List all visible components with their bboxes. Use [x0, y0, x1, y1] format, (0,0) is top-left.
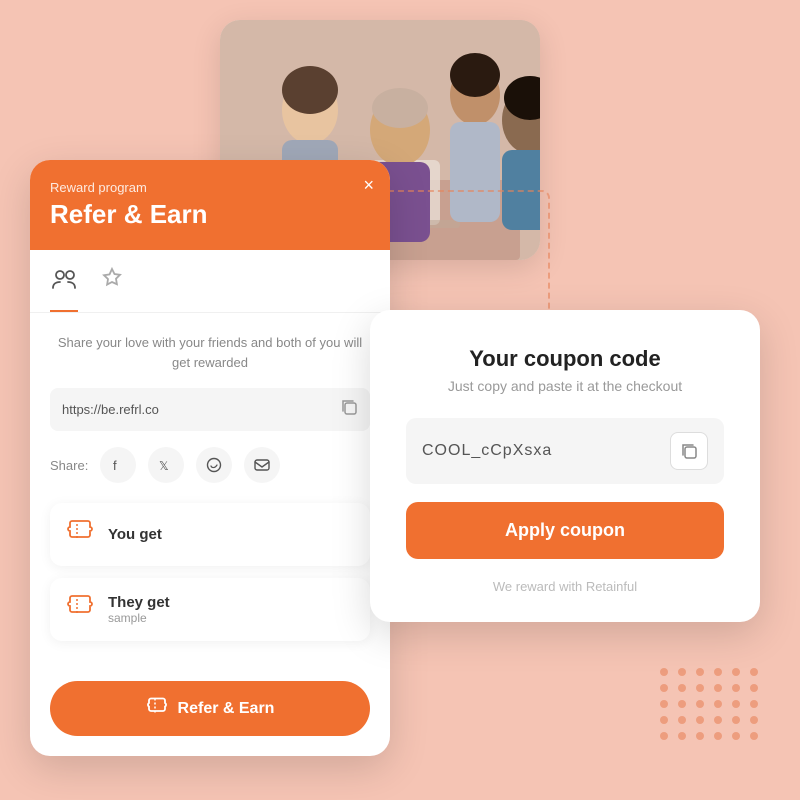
referral-link: https://be.refrl.co [62, 402, 340, 417]
powered-by-text: We reward with Retainful [406, 579, 724, 594]
share-row: Share: f 𝕏 [50, 447, 370, 483]
tab-referral[interactable] [50, 266, 78, 312]
ticket-icon-they [66, 592, 94, 627]
refer-body: Share your love with your friends and bo… [30, 313, 390, 673]
coupon-code: COOL_cCpXsxa [422, 442, 670, 460]
cta-icon [146, 695, 168, 722]
share-description: Share your love with your friends and bo… [50, 333, 370, 372]
whatsapp-share-button[interactable] [196, 447, 232, 483]
copy-link-button[interactable] [340, 398, 358, 421]
tab-rewards[interactable] [98, 266, 126, 312]
coupon-title: Your coupon code [406, 346, 724, 372]
you-get-main: You get [108, 526, 162, 543]
they-get-text: They get sample [108, 594, 170, 625]
cta-label: Refer & Earn [178, 700, 275, 718]
refer-tabs [30, 250, 390, 313]
they-get-sub: sample [108, 611, 170, 625]
refer-card: Reward program Refer & Earn × Share your… [30, 160, 390, 756]
share-label: Share: [50, 458, 88, 473]
svg-text:𝕏: 𝕏 [159, 459, 169, 473]
refer-earn-cta-button[interactable]: Refer & Earn [50, 681, 370, 736]
they-get-main: They get [108, 594, 170, 611]
apply-coupon-button[interactable]: Apply coupon [406, 502, 724, 559]
twitter-share-button[interactable]: 𝕏 [148, 447, 184, 483]
coupon-subtitle: Just copy and paste it at the checkout [406, 378, 724, 394]
background-dots [660, 668, 760, 740]
refer-card-header: Reward program Refer & Earn × [30, 160, 390, 250]
coupon-code-row: COOL_cCpXsxa [406, 418, 724, 484]
ticket-icon-you [66, 517, 94, 552]
refer-earn-title: Refer & Earn [50, 199, 370, 230]
close-button[interactable]: × [363, 176, 374, 194]
email-share-button[interactable] [244, 447, 280, 483]
link-input-row: https://be.refrl.co [50, 388, 370, 431]
reward-program-label: Reward program [50, 180, 370, 195]
you-get-item: You get [50, 503, 370, 566]
you-get-text: You get [108, 526, 162, 543]
coupon-card: Your coupon code Just copy and paste it … [370, 310, 760, 622]
they-get-item: They get sample [50, 578, 370, 641]
copy-coupon-button[interactable] [670, 432, 708, 470]
svg-text:f: f [113, 458, 117, 473]
facebook-share-button[interactable]: f [100, 447, 136, 483]
